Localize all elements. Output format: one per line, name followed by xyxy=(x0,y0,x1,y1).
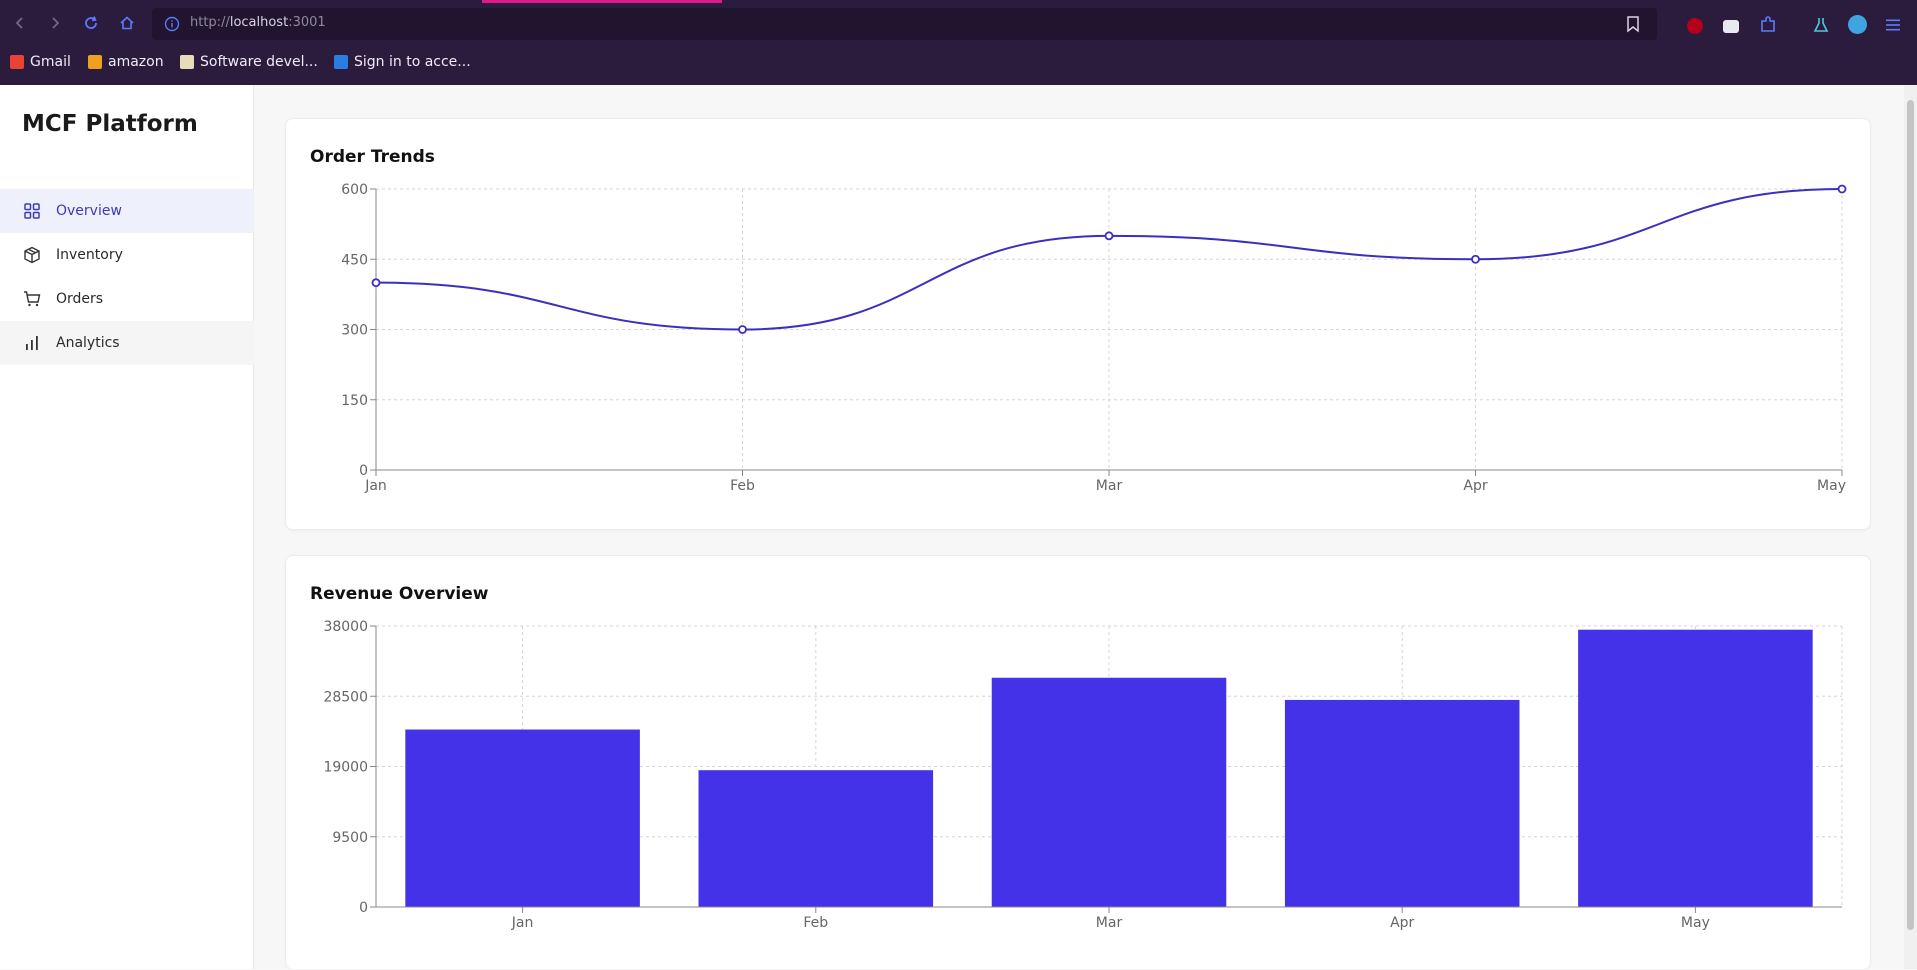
sidebar-item-label: Inventory xyxy=(56,247,123,263)
y-tick-label: 28500 xyxy=(323,689,368,705)
revenue-bar xyxy=(1284,699,1520,907)
sidebar-item-label: Analytics xyxy=(56,335,120,351)
main-content: Order Trends 0 150 300 450 600 Jan Feb Mar Apr Ma… xyxy=(254,85,1904,969)
box-icon xyxy=(22,245,42,265)
x-tick-label: Apr xyxy=(1390,915,1414,931)
revenue-bar xyxy=(698,770,934,907)
x-tick-label: Apr xyxy=(1463,478,1487,494)
app-page: MCF Platform Overview Inventory Orders A… xyxy=(0,85,1917,969)
x-tick-label: Mar xyxy=(1096,478,1123,494)
sidebar-item-orders[interactable]: Orders xyxy=(0,277,254,321)
bookmark-signin[interactable]: Sign in to acce... xyxy=(334,54,471,70)
forward-icon[interactable] xyxy=(44,12,66,34)
bookmark-label: Gmail xyxy=(30,54,71,70)
scrollbar-thumb[interactable] xyxy=(1907,100,1914,930)
sidebar-item-label: Orders xyxy=(56,291,104,307)
y-tick-label: 38000 xyxy=(323,619,368,635)
bookmark-software[interactable]: Software devel... xyxy=(180,54,318,70)
sidebar-item-label: Overview xyxy=(56,203,122,219)
sidebar: MCF Platform Overview Inventory Orders A… xyxy=(0,85,254,969)
home-icon[interactable] xyxy=(116,12,138,34)
account-avatar-icon[interactable] xyxy=(1848,15,1867,34)
y-tick-label: 0 xyxy=(359,463,368,479)
x-tick-label: May xyxy=(1817,478,1846,494)
bookmark-amazon[interactable]: amazon xyxy=(88,54,164,70)
bookmark-gmail[interactable]: Gmail xyxy=(10,54,71,70)
data-point xyxy=(1837,184,1847,194)
page-load-progress xyxy=(482,0,722,3)
revenue-overview-chart: 0 9500 19000 28500 38000 Jan Feb Mar Apr May xyxy=(323,619,1843,931)
back-icon[interactable] xyxy=(9,12,31,34)
data-point xyxy=(738,325,747,334)
bookmark-label: Sign in to acce... xyxy=(354,54,471,70)
amazon-icon xyxy=(88,55,102,69)
revenue-overview-card: Revenue Overview 0 9500 19000 28500 38000 Jan… xyxy=(285,555,1871,969)
revenue-bar xyxy=(1578,629,1813,907)
bar-chart-icon xyxy=(22,333,42,353)
y-tick-label: 0 xyxy=(359,900,368,916)
sidebar-item-overview[interactable]: Overview xyxy=(0,189,254,233)
y-tick-label: 600 xyxy=(341,182,368,198)
extensions-puzzle-icon[interactable] xyxy=(1759,16,1777,34)
signin-icon xyxy=(334,55,348,69)
x-tick-label: Jan xyxy=(364,478,387,494)
extension-icon[interactable] xyxy=(1723,20,1739,33)
y-tick-label: 9500 xyxy=(332,830,368,846)
sidebar-nav: Overview Inventory Orders Analytics xyxy=(0,189,254,365)
bookmarks-bar: Gmail amazon Software devel... Sign in t… xyxy=(0,50,1917,78)
menu-hamburger-icon[interactable] xyxy=(1884,16,1902,34)
sidebar-item-inventory[interactable]: Inventory xyxy=(0,233,254,277)
gmail-icon xyxy=(10,55,24,69)
brand-title: MCF Platform xyxy=(22,111,198,137)
address-bar[interactable]: http://localhost:3001 xyxy=(152,8,1657,40)
y-tick-label: 19000 xyxy=(323,760,368,776)
data-point xyxy=(1471,254,1480,264)
browser-toolbar: http://localhost:3001 Gmail amazon Softw… xyxy=(0,0,1917,85)
x-tick-label: May xyxy=(1681,915,1710,931)
y-tick-label: 150 xyxy=(341,393,368,409)
data-point xyxy=(1104,231,1114,241)
data-point xyxy=(371,278,381,288)
software-icon xyxy=(180,55,194,69)
x-tick-label: Mar xyxy=(1096,915,1123,931)
ublock-extension-icon[interactable] xyxy=(1687,18,1703,34)
sidebar-item-analytics[interactable]: Analytics xyxy=(0,321,254,365)
cart-icon xyxy=(22,289,42,309)
page-scrollbar[interactable] xyxy=(1904,85,1917,969)
revenue-bar xyxy=(991,677,1227,907)
site-info-icon[interactable] xyxy=(164,16,180,32)
y-tick-label: 300 xyxy=(341,323,368,339)
order-trends-chart: 0 150 300 450 600 Jan Feb Mar Apr May xyxy=(341,182,1847,494)
x-tick-label: Jan xyxy=(511,915,534,931)
order-trends-card: Order Trends 0 150 300 450 600 Jan Feb Mar Apr Ma… xyxy=(285,118,1871,530)
x-tick-label: Feb xyxy=(730,478,755,494)
bookmark-page-icon[interactable] xyxy=(1625,15,1643,33)
url-text[interactable]: http://localhost:3001 xyxy=(190,15,326,30)
y-tick-label: 450 xyxy=(341,252,368,268)
grid-icon xyxy=(22,201,42,221)
revenue-bar xyxy=(405,729,640,907)
x-tick-label: Feb xyxy=(803,915,828,931)
bookmark-label: Software devel... xyxy=(200,54,318,70)
reload-icon[interactable] xyxy=(80,12,102,34)
bookmark-label: amazon xyxy=(108,54,164,70)
labs-flask-icon[interactable] xyxy=(1812,16,1830,34)
